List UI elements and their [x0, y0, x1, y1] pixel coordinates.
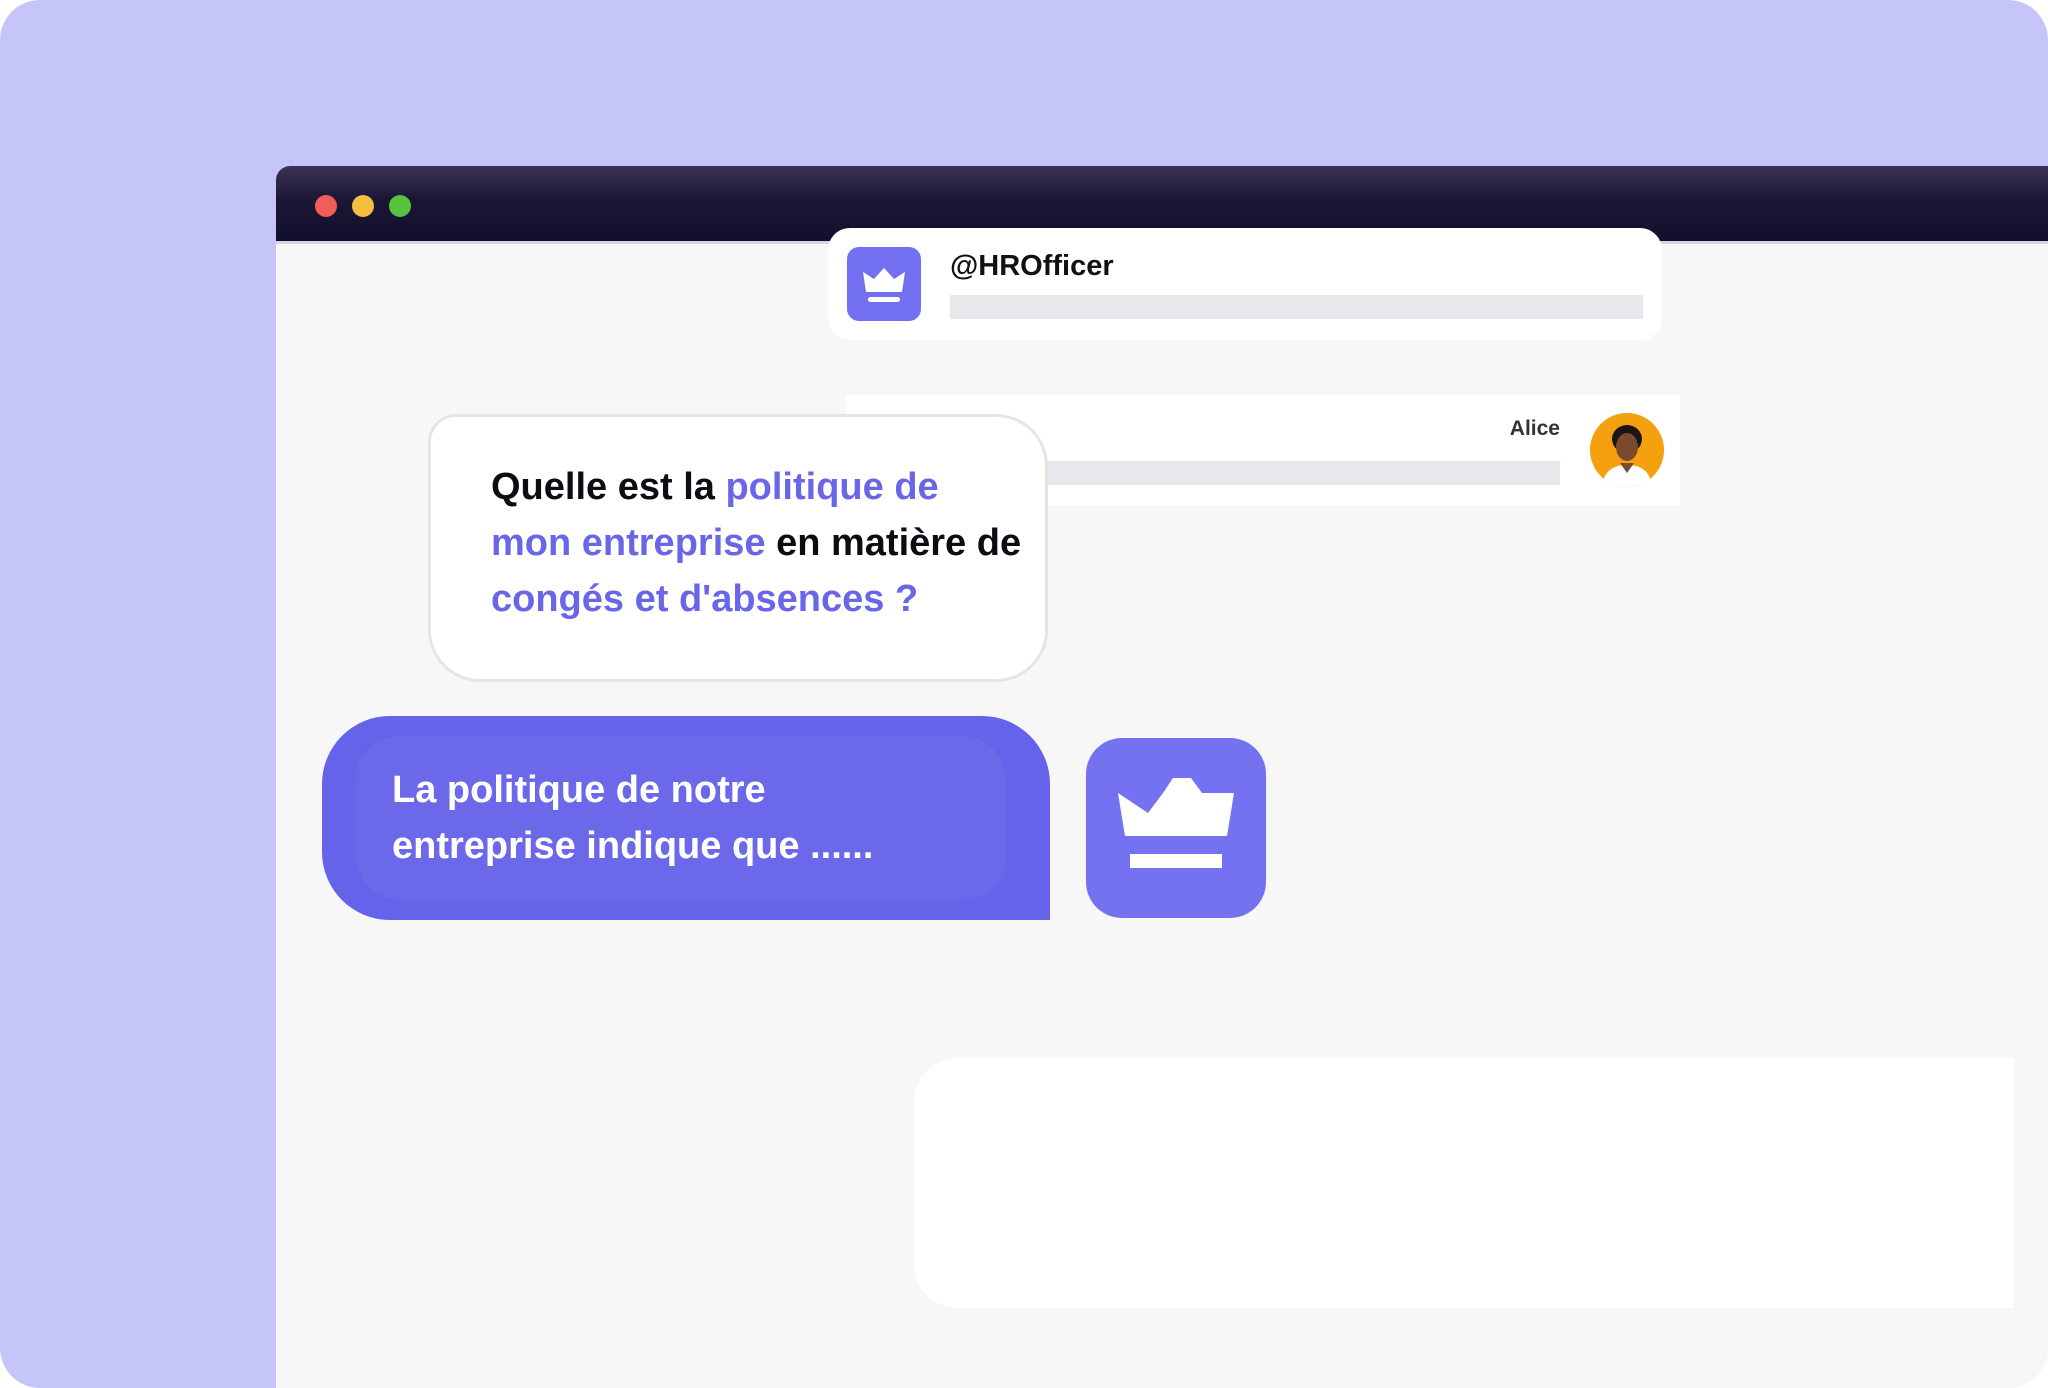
question-highlight-leave: congés et d'absences ? — [491, 578, 919, 620]
crown-icon — [1086, 738, 1266, 918]
maximize-window-dot[interactable] — [389, 195, 411, 217]
crown-icon — [847, 247, 921, 321]
page-backdrop: @HROfficer Alice Quelle est la politique… — [0, 0, 2048, 1388]
user-avatar — [1590, 413, 1664, 487]
message-input-area[interactable] — [914, 1058, 2014, 1308]
bot-answer-bubble: La politique de notre entreprise indique… — [322, 716, 1050, 920]
question-text: Quelle est la — [491, 466, 726, 508]
close-window-dot[interactable] — [315, 195, 337, 217]
hr-officer-message-card[interactable]: @HROfficer — [828, 228, 1662, 340]
answer-text: La politique de notre entreprise indique… — [392, 769, 874, 867]
bot-handle: @HROfficer — [950, 250, 1114, 282]
user-name: Alice — [1509, 417, 1560, 440]
minimize-window-dot[interactable] — [352, 195, 374, 217]
user-question-bubble: Quelle est la politique de mon entrepris… — [428, 414, 1048, 682]
question-text: en matière de — [765, 522, 1022, 564]
message-placeholder-line — [950, 295, 1643, 319]
